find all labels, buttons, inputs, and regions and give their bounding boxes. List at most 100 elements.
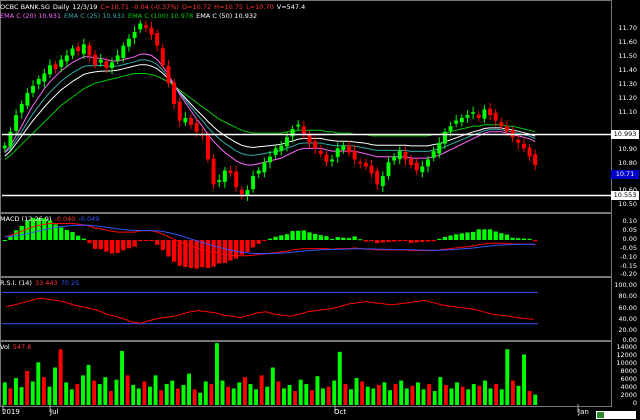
candle-body [521,143,526,149]
macd-histogram-bar [126,240,132,249]
macd-histogram-bar [318,235,323,240]
candle-body [93,54,98,66]
volume-bar [287,384,292,405]
candle-body [126,38,131,47]
candle-body [268,156,272,163]
symbol-label: OCBC BANK.SG [0,3,50,11]
macd-tick: -0.10 [620,253,637,261]
price-tick: 10.50 [618,200,637,208]
vol-tick: 2000 [620,391,637,399]
last-price-tag: 10.71 [611,170,639,179]
volume-bar [69,389,74,405]
volume-bar [471,384,476,405]
candle-body [341,145,346,151]
volume-bar [388,390,392,405]
volume-bar [404,388,409,405]
macd-histogram-bar [121,240,126,251]
macd-histogram-bar [92,240,98,249]
volume-bar [337,351,342,405]
volume-bar [505,349,510,405]
volume-bar [276,381,281,405]
candle-body [403,151,408,160]
candle-body [64,55,69,62]
candle-body [25,92,30,106]
candle-body [222,170,227,182]
macd-histogram-bar [521,238,527,240]
open-label: O=10.72 [181,3,212,11]
period-label: Daily [52,3,70,11]
macd-histogram-bar [2,240,7,241]
candle-body [335,148,340,157]
macd-tick: -0.15 [620,262,637,270]
macd-histogram-bar [177,240,182,266]
close-label: C=10.71 [100,3,129,11]
date-label: 12/3/19 [72,3,98,11]
macd-histogram-bar [290,231,295,240]
price-tick: 10.90 [618,145,637,153]
volume-bar [120,350,124,405]
volume-bar [14,377,18,405]
volume-bar [242,377,247,405]
macd-histogram-bar [516,238,521,240]
price-tick: 11.70 [618,24,637,32]
volume-bar [410,385,415,405]
volume-bar [455,382,459,405]
candle-body [239,189,244,195]
volume-bar [499,389,504,405]
volume-bar [315,376,320,405]
macd-histogram-bar [160,240,165,251]
volume-bar [125,375,130,405]
macd-histogram-bar [391,240,397,242]
candle-body [471,112,476,114]
rsi-line [6,297,534,324]
candle-body [194,123,199,132]
candle-body [516,139,521,143]
candle-body [234,171,239,188]
candle-body [2,145,7,149]
candle-body [465,115,470,118]
volume-bar [192,389,197,405]
macd-histogram-bar [104,240,109,252]
candle-body [420,166,425,173]
candle-body [459,117,464,123]
macd-histogram-bar [273,236,278,240]
volume-label: V=547.4 [276,3,306,11]
candle-body [352,150,357,160]
volume-bar [365,386,370,405]
lower-price-tag: 10.553 [611,191,639,200]
candle-body [149,27,154,35]
macd-histogram-bar [166,240,171,257]
candle-body [59,59,64,67]
macd-histogram-bar [448,235,453,240]
macd-histogram-bar [115,240,120,253]
candle-body [143,25,148,28]
macd-histogram-bar [87,240,92,244]
macd-histogram-bar [341,237,346,240]
macd-histogram-bar [386,240,391,242]
candle-body [47,65,52,75]
macd-histogram-bar [335,237,340,240]
volume-bar [209,384,214,405]
volume-bar [466,389,471,405]
macd-histogram-bar [256,240,261,244]
volume-bar [516,385,521,405]
candle-body [138,23,143,30]
rsi-extra: 70 25 [60,279,80,287]
volume-bar [148,386,152,405]
candle-body [87,45,92,56]
candle-body [363,163,368,167]
macd-histogram-bar [64,230,70,240]
macd-histogram-bar [346,238,352,240]
volume-bar [304,384,309,405]
x-label-2019: 2019 [2,408,20,416]
macd-histogram-bar [132,240,137,247]
macd-signal-value: -0.049 [78,215,100,223]
candle-body [98,59,103,63]
macd-histogram-bar [369,240,374,242]
stock-chart[interactable] [0,0,640,420]
macd-histogram-bar [527,238,532,240]
macd-histogram-bar [459,233,464,240]
candle-body [375,170,380,185]
candle-body [177,101,182,121]
candle-body [172,82,177,104]
